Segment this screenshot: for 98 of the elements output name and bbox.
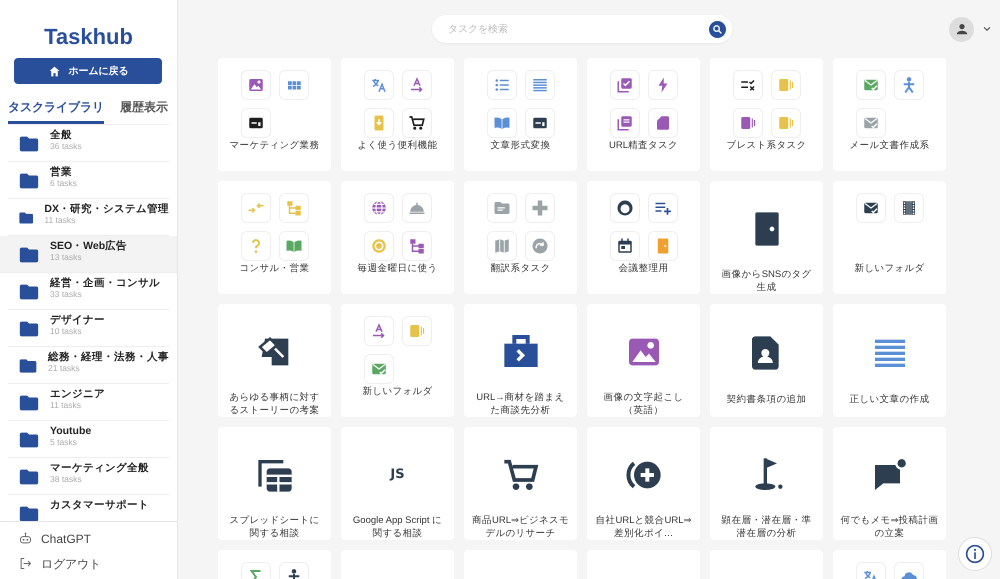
folder-name: 経営・企画・コンサル: [50, 277, 160, 290]
card-label: Google App Script に関する相談: [352, 515, 444, 540]
card-label: 新しいフォルダ: [854, 263, 924, 276]
card-label: マーケティング業務: [230, 140, 320, 152]
tab[interactable]: 履歴表示: [120, 96, 168, 124]
task-card[interactable]: 会議整理用: [587, 181, 700, 294]
card-label: コンサル・営業: [240, 263, 310, 276]
folder-item[interactable]: 営業 6 tasks: [8, 162, 169, 199]
info-button[interactable]: [958, 537, 992, 571]
card-label: スプレッドシートに関する相談: [228, 515, 320, 540]
folder-item[interactable]: 全般 36 tasks: [8, 125, 169, 162]
logo: Taskhub: [43, 23, 134, 51]
folder-item[interactable]: 総務・経理・法務・人事 21 tasks: [8, 347, 169, 384]
folder-name: 営業: [50, 166, 73, 179]
task-card[interactable]: ブレスト系タスク: [710, 58, 823, 171]
folder-name: 総務・経理・法務・人事: [48, 351, 169, 364]
task-card[interactable]: 自社URLと競合URL⇒差別化ポイ…: [587, 427, 700, 540]
task-card[interactable]: コンサル・営業: [218, 181, 331, 294]
folder-name: デザイナー: [50, 314, 105, 327]
card-label: あらゆる事柄に対するストーリーの考案: [228, 392, 320, 417]
folder-item[interactable]: マーケティング全般 38 tasks: [8, 458, 169, 495]
card-label: 会議整理用: [618, 263, 668, 276]
sidebar-link[interactable]: ChatGPT: [18, 526, 159, 551]
card-label: 毎週金曜日に使う: [358, 263, 438, 276]
task-count: 6 tasks: [50, 178, 77, 188]
code-icon-text: JS: [390, 466, 405, 484]
task-card[interactable]: 正しい文章の作成: [833, 304, 946, 417]
task-card[interactable]: 商品URL⇒ビジネスモデルのリサーチ: [464, 427, 577, 540]
card-label: 画像の文字起こし（英語）: [602, 392, 684, 417]
task-card[interactable]: 画像の文字起こし（英語）: [587, 304, 700, 417]
task-card[interactable]: URL精査タスク: [587, 58, 700, 171]
folder-item[interactable]: SEO・Web広告 13 tasks: [0, 236, 177, 273]
sidebar-link[interactable]: ログアウト: [18, 551, 159, 576]
task-count: 11 tasks: [44, 216, 76, 225]
card-label: 何でもメモ⇒投稿計画の立案: [840, 515, 938, 540]
card-label: 顕在層・潜在層・準潜在層の分析: [720, 515, 812, 540]
person-icon: [954, 22, 968, 36]
task-card[interactable]: 契約書条項の追加: [710, 304, 823, 417]
card-label: 正しい文章の作成: [850, 394, 930, 406]
card-label: 自社URLと競合URL⇒差別化ポイ…: [594, 515, 692, 540]
avatar[interactable]: [949, 16, 974, 42]
search-button[interactable]: [709, 20, 726, 38]
home-icon: [48, 64, 60, 78]
task-card[interactable]: 毎週金曜日に使う: [341, 181, 454, 294]
folder-name: SEO・Web広告: [50, 240, 128, 253]
task-card[interactable]: 画像からSNSのタグ生成: [710, 181, 823, 294]
task-card[interactable]: URL→商材を踏まえた商談先分析: [464, 304, 577, 417]
logout-icon: [18, 556, 33, 571]
folder-name: DX・研究・システム管理: [44, 203, 169, 216]
info-icon: [965, 544, 985, 564]
folder-name: 全般: [50, 129, 73, 142]
task-card[interactable]: 顕在層・潜在層・準潜在層の分析: [710, 427, 823, 540]
search-input[interactable]: タスクを検索: [446, 20, 709, 38]
task-count: 33 tasks: [50, 290, 83, 299]
task-card[interactable]: スプレッドシートに関する相談: [218, 427, 331, 540]
card-label: 文章形式変換: [490, 140, 550, 152]
card-label: 商品URL⇒ビジネスモデルのリサーチ: [472, 515, 570, 540]
task-count: 21 tasks: [48, 364, 81, 373]
search-icon: [712, 24, 723, 34]
card-label: 契約書条項の追加: [726, 394, 806, 406]
folder-name: カスタマーサポート: [50, 499, 149, 512]
folder-item[interactable]: エンジニア 11 tasks: [8, 384, 169, 421]
task-card[interactable]: 何でもメモ⇒投稿計画の立案: [833, 427, 946, 540]
folder-item[interactable]: 経営・企画・コンサル 33 tasks: [8, 273, 169, 310]
task-card[interactable]: マーケティング業務: [218, 58, 331, 171]
folder-item[interactable]: カスタマーサポート: [8, 495, 169, 521]
task-card[interactable]: 文章形式変換: [464, 58, 577, 171]
folder-item[interactable]: デザイナー 10 tasks: [8, 310, 169, 347]
task-card[interactable]: JS Google App Script に関する相談: [341, 427, 454, 540]
card-label: URL→商材を踏まえた商談先分析: [475, 392, 566, 417]
card-label: 画像からSNSのタグ生成: [720, 269, 812, 294]
task-card[interactable]: メール文書作成系: [833, 58, 946, 171]
task-count: 13 tasks: [50, 252, 83, 262]
search-field[interactable]: タスクを検索: [432, 15, 732, 43]
task-count: 36 tasks: [50, 142, 82, 151]
card-label: 新しいフォルダ: [362, 386, 432, 398]
task-count: 38 tasks: [50, 474, 83, 484]
task-card[interactable]: 新しいフォルダ: [833, 181, 946, 294]
task-card[interactable]: あらゆる事柄に対するストーリーの考案: [218, 304, 331, 417]
folder-name: マーケティング全般: [50, 462, 149, 475]
card-label: メール文書作成系: [850, 140, 930, 152]
task-count: 10 tasks: [50, 326, 83, 336]
task-card[interactable]: よく使う便利機能: [341, 58, 454, 171]
task-count: 5 tasks: [50, 438, 78, 447]
card-label: URL精査タスク: [608, 140, 678, 152]
task-count: 11 tasks: [50, 400, 82, 410]
folder-name: Youtube: [50, 425, 92, 438]
folder-item[interactable]: Youtube 5 tasks: [8, 421, 169, 458]
card-label: 翻訳系タスク: [490, 263, 550, 276]
card-label: よく使う便利機能: [358, 140, 438, 152]
card-label: ブレスト系タスク: [726, 140, 806, 152]
chevron-down-icon[interactable]: [982, 24, 992, 34]
folder-name: エンジニア: [50, 388, 105, 401]
tab[interactable]: タスクライブラリ: [8, 96, 104, 124]
task-card[interactable]: 翻訳系タスク: [464, 181, 577, 294]
robot-icon: [18, 531, 33, 546]
home-button[interactable]: ホームに戻る: [14, 58, 162, 84]
task-card[interactable]: 新しいフォルダ: [341, 304, 454, 417]
